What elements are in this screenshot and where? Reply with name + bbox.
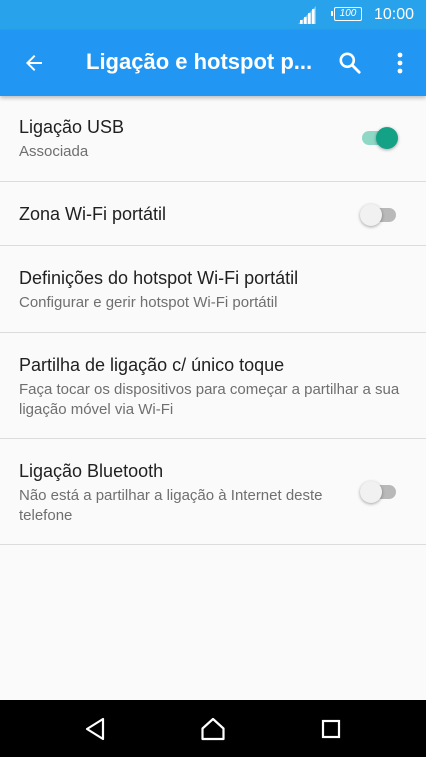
back-arrow-icon[interactable]: [22, 51, 46, 75]
page-title: Ligação e hotspot p...: [86, 49, 313, 74]
status-bar: 100 10:00: [0, 0, 426, 30]
setting-title: Zona Wi-Fi portátil: [19, 204, 167, 224]
settings-list: Ligação USB Associada Zona Wi-Fi portáti…: [0, 96, 426, 545]
setting-title: Ligação USB: [19, 117, 125, 137]
battery-level: 100: [339, 8, 357, 19]
toggle-thumb: [360, 481, 382, 503]
setting-portable-wifi-hotspot[interactable]: Zona Wi-Fi portátil: [0, 182, 426, 246]
navigation-bar: [0, 700, 426, 757]
toggle-thumb: [376, 127, 398, 149]
signal-icon: [298, 6, 316, 24]
clock: 10:00: [374, 6, 415, 23]
bluetooth-tethering-toggle[interactable]: [360, 481, 398, 503]
app-bar: Ligação e hotspot p...: [0, 30, 426, 96]
battery-icon: 100: [331, 7, 362, 21]
setting-title: Definições do hotspot Wi-Fi portátil: [19, 268, 299, 288]
setting-subtitle: Configurar e gerir hotspot Wi-Fi portáti…: [19, 294, 278, 311]
toggle-thumb: [360, 204, 382, 226]
setting-bluetooth-tethering[interactable]: Ligação Bluetooth Não está a partilhar a…: [0, 439, 426, 545]
usb-tethering-toggle[interactable]: [362, 127, 398, 149]
setting-title: Partilha de ligação c/ único toque: [19, 355, 285, 375]
back-triangle-icon[interactable]: [83, 716, 109, 742]
setting-hotspot-settings[interactable]: Definições do hotspot Wi-Fi portátil Con…: [0, 246, 426, 333]
wifi-hotspot-toggle[interactable]: [360, 204, 398, 226]
setting-usb-tethering[interactable]: Ligação USB Associada: [0, 96, 426, 182]
more-vert-icon[interactable]: [388, 50, 412, 76]
setting-subtitle: Faça tocar os dispositivos para começar …: [19, 381, 400, 418]
home-icon[interactable]: [200, 716, 226, 742]
recents-icon[interactable]: [318, 716, 344, 742]
setting-subtitle: Não está a partilhar a ligação à Interne…: [19, 487, 323, 524]
search-icon[interactable]: [337, 50, 363, 76]
setting-title: Ligação Bluetooth: [19, 461, 164, 481]
setting-one-touch-sharing[interactable]: Partilha de ligação c/ único toque Faça …: [0, 333, 426, 439]
setting-subtitle: Associada: [19, 143, 89, 160]
